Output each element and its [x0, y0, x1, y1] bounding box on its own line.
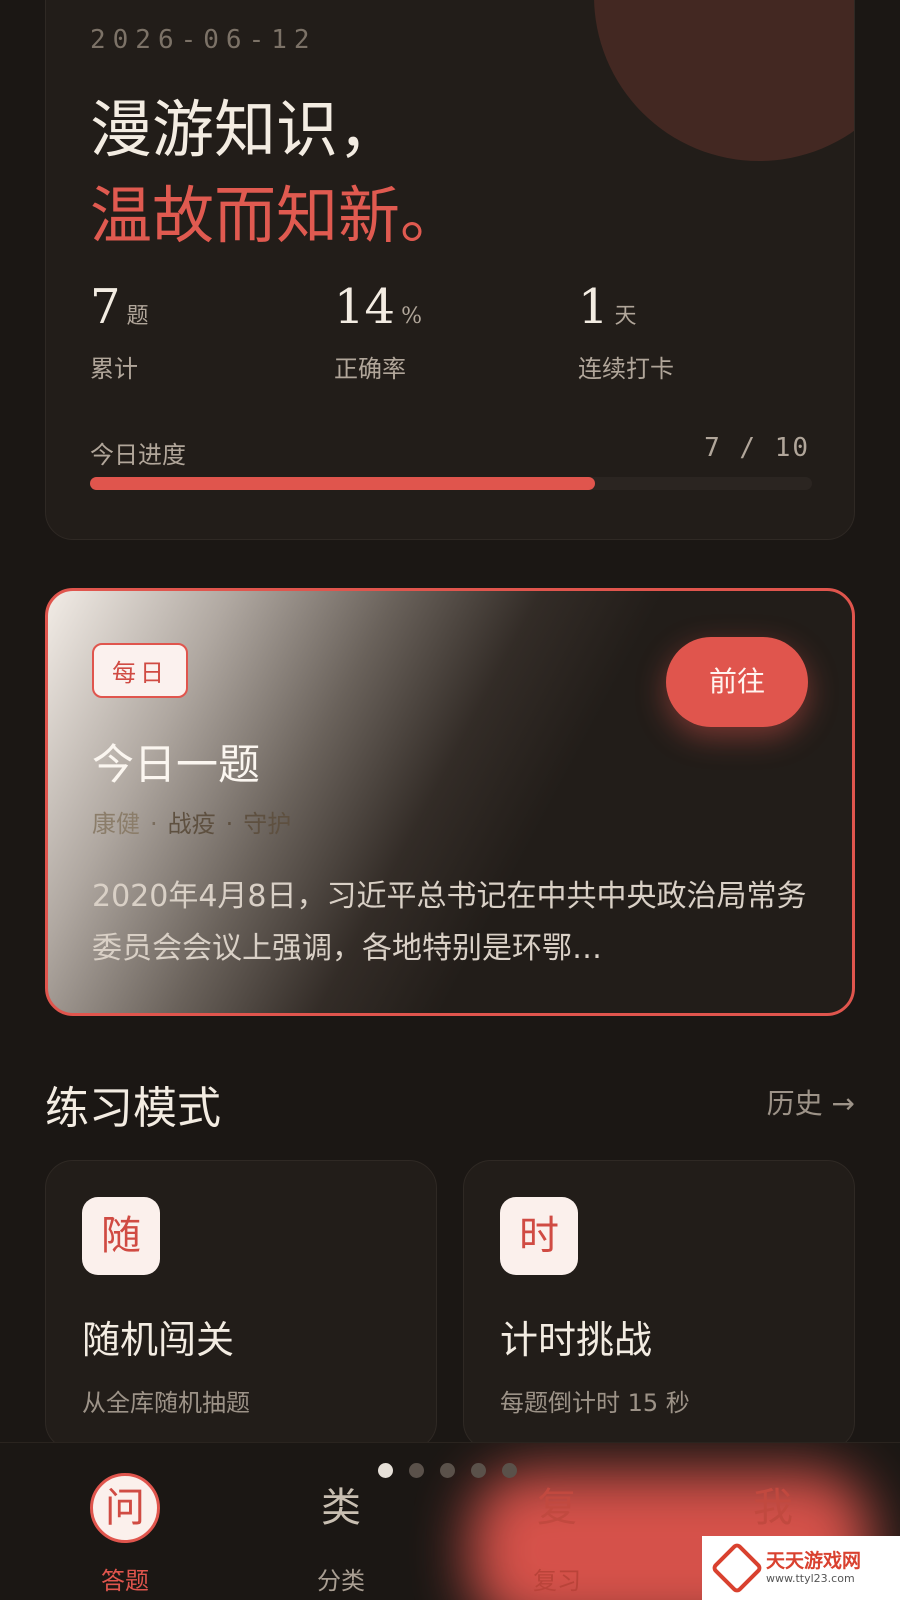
watermark-logo-icon [710, 1541, 764, 1595]
date-label: 2026-06-12 [90, 25, 317, 55]
nav-label: 分类 [317, 1567, 365, 1595]
nav-item-answer[interactable]: 问 答题 [50, 1473, 200, 1596]
history-link[interactable]: 历史 → [767, 1082, 855, 1122]
random-icon: 随 [82, 1197, 160, 1275]
stat-streak-label: 连续打卡 [578, 355, 674, 383]
timer-icon: 时 [500, 1197, 578, 1275]
mode-title: 计时挑战 [500, 1318, 653, 1362]
watermark: 天天游戏网 www.ttyl23.com [702, 1536, 900, 1600]
hero-title-line-2: 温故而知新。 [90, 179, 463, 252]
section-title: 练习模式 [45, 1083, 221, 1134]
mode-card-timed[interactable]: 时 计时挑战 每题倒计时 15 秒 [463, 1160, 855, 1450]
profile-icon: 我 [753, 1485, 793, 1531]
progress-label: 今日进度 [90, 441, 186, 469]
progress-count: 7 / 10 [704, 433, 810, 463]
mode-title: 随机闯关 [82, 1318, 235, 1362]
hero-title-line-1: 漫游知识， [90, 93, 401, 166]
summary-card: 2026-06-12 漫游知识， 温故而知新。 7题 累计 14% 正确率 1天… [45, 0, 855, 540]
go-button[interactable]: 前往 [666, 637, 808, 727]
daily-question-card[interactable]: 每日 前往 今日一题 康健 · 战疫 · 守护 2020年4月8日，习近平总书记在中共中… [45, 588, 855, 1016]
progress-bar [90, 477, 812, 490]
nav-item-review[interactable]: 复 复习 [482, 1473, 632, 1596]
mode-subtitle: 从全库随机抽题 [82, 1389, 250, 1417]
question-icon: 问 [90, 1473, 160, 1543]
decorative-circle [594, 0, 854, 161]
stat-accuracy-label: 正确率 [334, 355, 406, 383]
nav-label: 复习 [533, 1567, 581, 1595]
nav-item-category[interactable]: 类 分类 [266, 1473, 416, 1596]
review-icon: 复 [537, 1485, 577, 1531]
mode-card-random[interactable]: 随 随机闯关 从全库随机抽题 [45, 1160, 437, 1450]
daily-badge: 每日 [92, 643, 188, 698]
stat-total-unit: 题 [126, 304, 149, 329]
tag: 康健 [92, 810, 140, 838]
daily-tags: 康健 · 战疫 · 守护 [92, 804, 291, 839]
stat-streak: 1天 连续打卡 [578, 283, 674, 384]
daily-title: 今日一题 [92, 740, 261, 789]
mode-subtitle: 每题倒计时 15 秒 [500, 1389, 690, 1417]
stat-streak-unit: 天 [614, 304, 637, 329]
app-screen: 2026-06-12 漫游知识， 温故而知新。 7题 累计 14% 正确率 1天… [0, 0, 900, 1600]
watermark-title: 天天游戏网 [766, 1550, 862, 1573]
stat-total-label: 累计 [90, 355, 138, 383]
watermark-url: www.ttyl23.com [766, 1571, 855, 1585]
page-dot[interactable] [440, 1463, 455, 1478]
category-icon: 类 [321, 1485, 361, 1531]
tag-separator: · [225, 810, 234, 838]
daily-question-text: 2020年4月8日，习近平总书记在中共中央政治局常务委员会会议上强调，各地特别是… [92, 879, 807, 966]
watermark-text: 天天游戏网 www.ttyl23.com [766, 1551, 861, 1585]
stat-total: 7题 累计 [90, 283, 149, 384]
stat-streak-value: 1 [578, 279, 609, 335]
tag: 战疫 [167, 810, 216, 838]
progress-bar-fill [90, 477, 596, 490]
nav-label: 答题 [101, 1567, 149, 1595]
stat-accuracy: 14% 正确率 [334, 283, 422, 384]
stat-accuracy-value: 14 [334, 279, 396, 335]
tag: 守护 [243, 810, 292, 838]
stat-total-value: 7 [90, 279, 121, 335]
stat-accuracy-unit: % [401, 304, 422, 329]
tag-separator: · [150, 810, 158, 838]
